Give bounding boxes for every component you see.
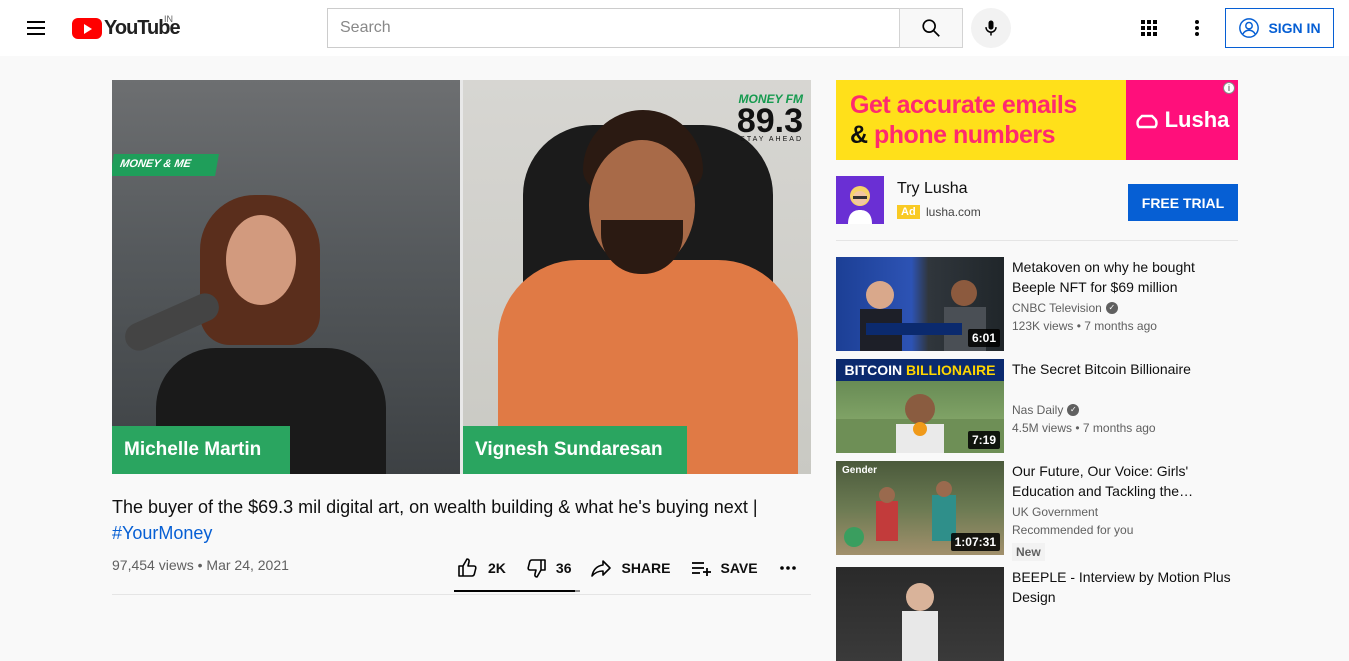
video-thumbnail[interactable]: 6:01 <box>836 257 1004 351</box>
share-label: SHARE <box>621 560 671 576</box>
recommendation-stats: Recommended for you <box>1012 523 1134 537</box>
recommendation-stats: 4.5M views • 7 months ago <box>1012 421 1156 435</box>
like-button[interactable]: 2K <box>456 556 506 580</box>
verified-check-icon: ✓ <box>1067 404 1080 416</box>
ad-headline-amp: & <box>850 121 868 149</box>
divider <box>112 594 811 595</box>
recommendation-channel[interactable]: CNBC Television ✓ <box>1012 301 1118 315</box>
lusha-logo-icon <box>1135 114 1158 129</box>
video-pane-right: MONEY FM 89.3 STAY AHEAD <box>463 80 811 474</box>
apps-grid-icon[interactable] <box>1137 16 1161 40</box>
video-player[interactable]: MONEY & ME MONEY FM 89.3 STAY AHEAD Mich… <box>112 80 811 474</box>
show-tag: MONEY & ME <box>112 154 219 176</box>
thumbs-down-icon <box>527 559 546 578</box>
save-label: SAVE <box>720 560 758 576</box>
ad-headline-line1: Get accurate emails <box>850 91 1077 119</box>
share-icon <box>591 560 612 577</box>
station-logo: MONEY FM 89.3 STAY AHEAD <box>737 92 803 143</box>
view-count: 97,454 views <box>112 557 194 573</box>
action-bar: 2K 36 SHARE SAVE <box>456 553 818 583</box>
video-duration: 1:07:31 <box>950 533 1000 551</box>
search-input[interactable]: Search <box>327 8 900 48</box>
recommendation-channel[interactable]: UK Government <box>1012 505 1098 519</box>
channel-name: Nas Daily <box>1012 403 1064 417</box>
ad-details: Try Lusha Ad lusha.com FREE TRIAL <box>836 176 1238 224</box>
sign-in-label: SIGN IN <box>1268 20 1321 36</box>
more-horizontal-icon <box>779 566 796 570</box>
menu-icon[interactable] <box>24 16 48 40</box>
video-thumbnail[interactable]: BITCOIN BILLIONAIRE 7:19 <box>836 359 1004 453</box>
save-button[interactable]: SAVE <box>689 556 758 580</box>
account-icon <box>1239 18 1260 38</box>
free-trial-button[interactable]: FREE TRIAL <box>1128 184 1238 221</box>
station-tagline: STAY AHEAD <box>740 136 803 143</box>
recommendation-title[interactable]: The Secret Bitcoin Billionaire <box>1012 359 1238 379</box>
search-placeholder: Search <box>340 19 391 36</box>
sentiment-bar <box>454 590 580 592</box>
recommendation-title[interactable]: Our Future, Our Voice: Girls' Education … <box>1012 461 1238 501</box>
like-count: 2K <box>488 560 506 576</box>
ad-domain[interactable]: lusha.com <box>926 205 981 219</box>
recommendation-item[interactable]: BITCOIN BILLIONAIRE 7:19 The Secret Bitc… <box>836 359 1238 453</box>
recommendation-title[interactable]: Metakoven on why he bought Beeple NFT fo… <box>1012 257 1238 297</box>
masthead: YouTube IN Search SIGN IN <box>0 0 1349 56</box>
guest-name-tag: Vignesh Sundaresan <box>463 426 687 474</box>
video-duration: 7:19 <box>967 431 1000 449</box>
search-icon <box>922 19 940 37</box>
recommendation-item[interactable]: 6:01 Metakoven on why he bought Beeple N… <box>836 257 1238 351</box>
voice-search-button[interactable] <box>971 8 1011 48</box>
ad-divider <box>836 240 1238 241</box>
playlist-add-icon <box>691 562 711 576</box>
recommendation-stats: 123K views • 7 months ago <box>1012 319 1157 333</box>
search-button[interactable] <box>899 8 963 48</box>
video-duration: 6:01 <box>967 329 1000 347</box>
thumbnail-caption-b: BILLIONAIRE <box>906 362 996 378</box>
video-thumbnail[interactable]: Gender 1:07:31 <box>836 461 1004 555</box>
video-meta: 97,454 views • Mar 24, 2021 <box>112 557 289 573</box>
ad-banner[interactable]: Get accurate emails & phone numbers Lush… <box>836 80 1238 160</box>
more-actions-button[interactable] <box>776 556 800 580</box>
more-vertical-icon[interactable] <box>1185 16 1209 40</box>
ad-brand-name: Lusha <box>1164 107 1230 132</box>
dislike-button[interactable]: 36 <box>524 556 572 580</box>
ad-brand-panel: Lusha <box>1126 80 1238 160</box>
thumbnail-caption: BITCOIN BILLIONAIRE <box>836 359 1004 381</box>
recommendation-item[interactable]: Gender 1:07:31 Our Future, Our Voice: Gi… <box>836 461 1238 561</box>
ad-badge: Ad <box>897 205 920 219</box>
thumbs-up-icon <box>458 558 477 577</box>
sign-in-button[interactable]: SIGN IN <box>1225 8 1334 48</box>
advertiser-avatar[interactable] <box>836 176 884 224</box>
recommendation-item[interactable]: BEEPLE - Interview by Motion Plus Design <box>836 567 1238 661</box>
channel-name: CNBC Television <box>1012 301 1102 315</box>
station-frequency: 89.3 <box>736 102 803 140</box>
upload-date: Mar 24, 2021 <box>206 557 289 573</box>
host-face <box>226 215 296 305</box>
share-button[interactable]: SHARE <box>589 556 671 580</box>
recommendation-channel[interactable]: Nas Daily ✓ <box>1012 403 1080 417</box>
thumbnail-caption-a: BITCOIN <box>844 362 903 378</box>
ad-headline-line2: phone numbers <box>874 121 1056 149</box>
new-badge: New <box>1012 543 1045 561</box>
host-name-tag: Michelle Martin <box>112 426 290 474</box>
info-icon[interactable]: i <box>1223 82 1235 94</box>
youtube-play-icon <box>72 18 102 39</box>
channel-name: UK Government <box>1012 505 1099 519</box>
verified-check-icon: ✓ <box>1105 302 1118 314</box>
ad-headline: Get accurate emails & phone numbers <box>850 90 1077 150</box>
ad-title[interactable]: Try Lusha <box>897 180 968 198</box>
microphone-icon <box>985 20 997 36</box>
recommendation-title[interactable]: BEEPLE - Interview by Motion Plus Design <box>1012 567 1238 607</box>
video-title: The buyer of the $69.3 mil digital art, … <box>112 494 812 546</box>
dislike-count: 36 <box>555 560 572 576</box>
video-pane-left: MONEY & ME <box>112 80 460 474</box>
video-title-text: The buyer of the $69.3 mil digital art, … <box>112 497 758 517</box>
thumbnail-label: Gender <box>842 465 878 476</box>
video-thumbnail[interactable] <box>836 567 1004 661</box>
hashtag-link[interactable]: #YourMoney <box>112 523 212 543</box>
sentiment-bar-fill <box>454 590 575 592</box>
country-code: IN <box>164 14 173 24</box>
